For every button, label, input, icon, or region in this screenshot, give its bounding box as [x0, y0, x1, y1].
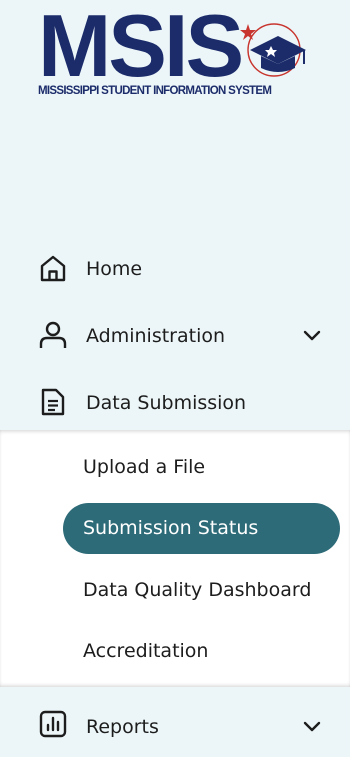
document-icon [41, 388, 65, 416]
submenu-label: Upload a File [83, 456, 206, 478]
submenu-label: Data Quality Dashboard [83, 579, 312, 601]
chevron-down-icon[interactable] [302, 717, 322, 737]
logo-wordmark: MSIS [38, 0, 244, 95]
data-submission-submenu: Upload a File Submission Status Data Qua… [0, 430, 350, 687]
msis-logo[interactable]: MSIS MISSISSIPPI STUDENT INFORMATION SYS… [38, 0, 313, 106]
user-icon [39, 321, 67, 348]
nav-label-home: Home [86, 258, 143, 280]
nav-item-reports[interactable]: Reports [0, 697, 350, 757]
chevron-down-icon[interactable] [302, 326, 322, 346]
bar-chart-icon [39, 710, 67, 738]
nav-label-administration: Administration [86, 325, 226, 347]
logo-subtitle: MISSISSIPPI STUDENT INFORMATION SYSTEM [38, 85, 272, 97]
home-icon [40, 255, 66, 282]
submenu-item-data-quality-dashboard[interactable]: Data Quality Dashboard [0, 565, 350, 615]
nav-item-home[interactable]: Home [0, 239, 350, 299]
submenu-label: Submission Status [83, 517, 259, 539]
submenu-item-submission-status[interactable]: Submission Status [0, 503, 350, 554]
submenu-label: Accreditation [83, 640, 209, 662]
submenu-item-upload-file[interactable]: Upload a File [0, 442, 350, 492]
nav-label-reports: Reports [86, 716, 159, 738]
nav-item-administration[interactable]: Administration [0, 306, 350, 366]
nav-label-data-submission: Data Submission [86, 392, 247, 414]
submenu-item-accreditation[interactable]: Accreditation [0, 626, 350, 676]
nav-item-data-submission[interactable]: Data Submission [0, 373, 350, 433]
graduation-cap-star-icon [240, 23, 306, 77]
